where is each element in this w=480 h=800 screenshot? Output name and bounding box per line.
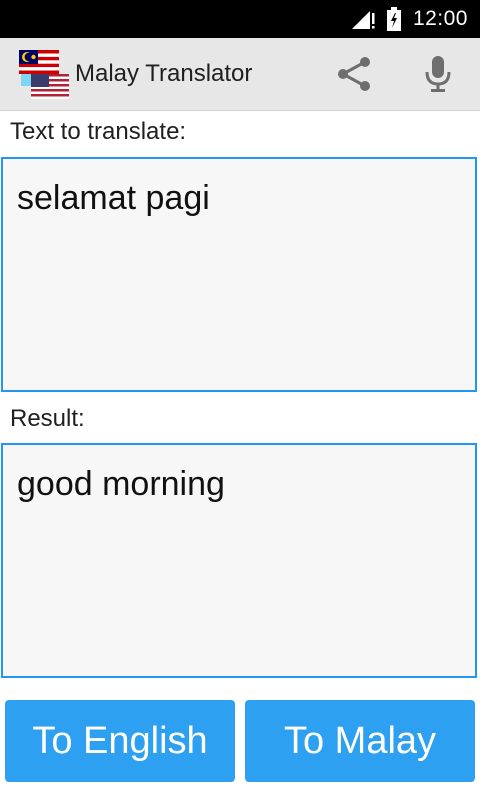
malaysia-flag-icon xyxy=(19,50,59,74)
to-english-button[interactable]: To English xyxy=(5,700,235,782)
app-title: Malay Translator xyxy=(75,60,253,87)
source-label: Text to translate: xyxy=(10,118,187,145)
share-icon[interactable] xyxy=(334,56,374,92)
result-text-output[interactable]: good morning xyxy=(1,443,477,678)
to-malay-button[interactable]: To Malay xyxy=(245,700,475,782)
microphone-icon[interactable] xyxy=(423,54,453,94)
status-bar: 12:00 xyxy=(0,0,480,38)
signal-icon xyxy=(352,11,375,29)
source-text-input[interactable]: selamat pagi xyxy=(1,157,477,392)
status-clock: 12:00 xyxy=(412,7,468,30)
battery-icon xyxy=(387,7,401,31)
result-label: Result: xyxy=(10,405,85,432)
us-flag-icon xyxy=(31,74,69,99)
action-bar: Malay Translator xyxy=(0,38,480,111)
app-icon[interactable] xyxy=(18,47,70,101)
